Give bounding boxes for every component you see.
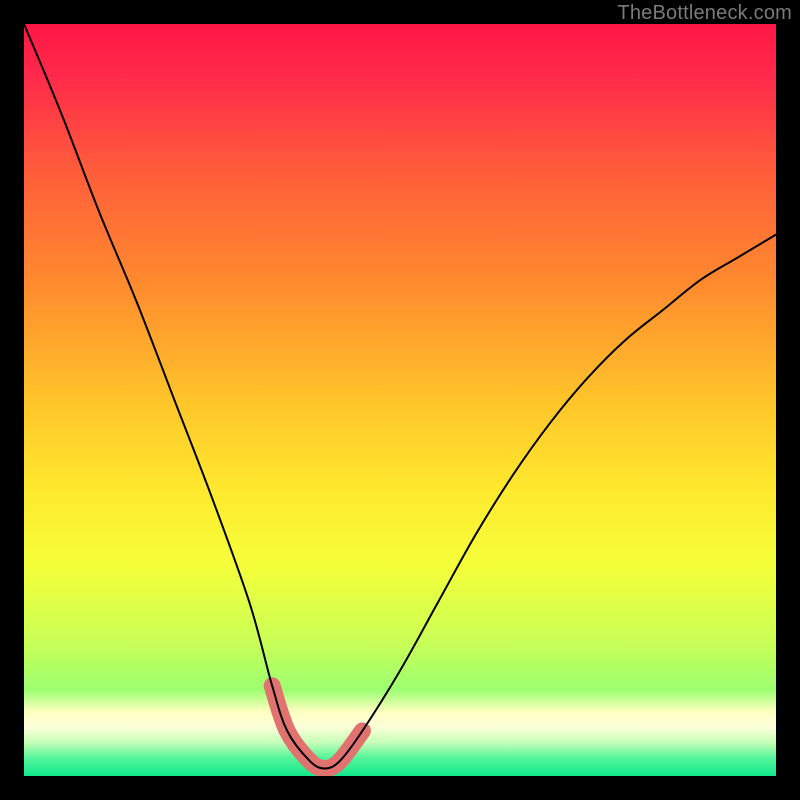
watermark-label: TheBottleneck.com [617,2,792,25]
bottleneck-chart [24,24,776,776]
plot-area [24,24,776,776]
chart-frame: TheBottleneck.com [0,0,800,800]
gradient-background [24,24,776,776]
